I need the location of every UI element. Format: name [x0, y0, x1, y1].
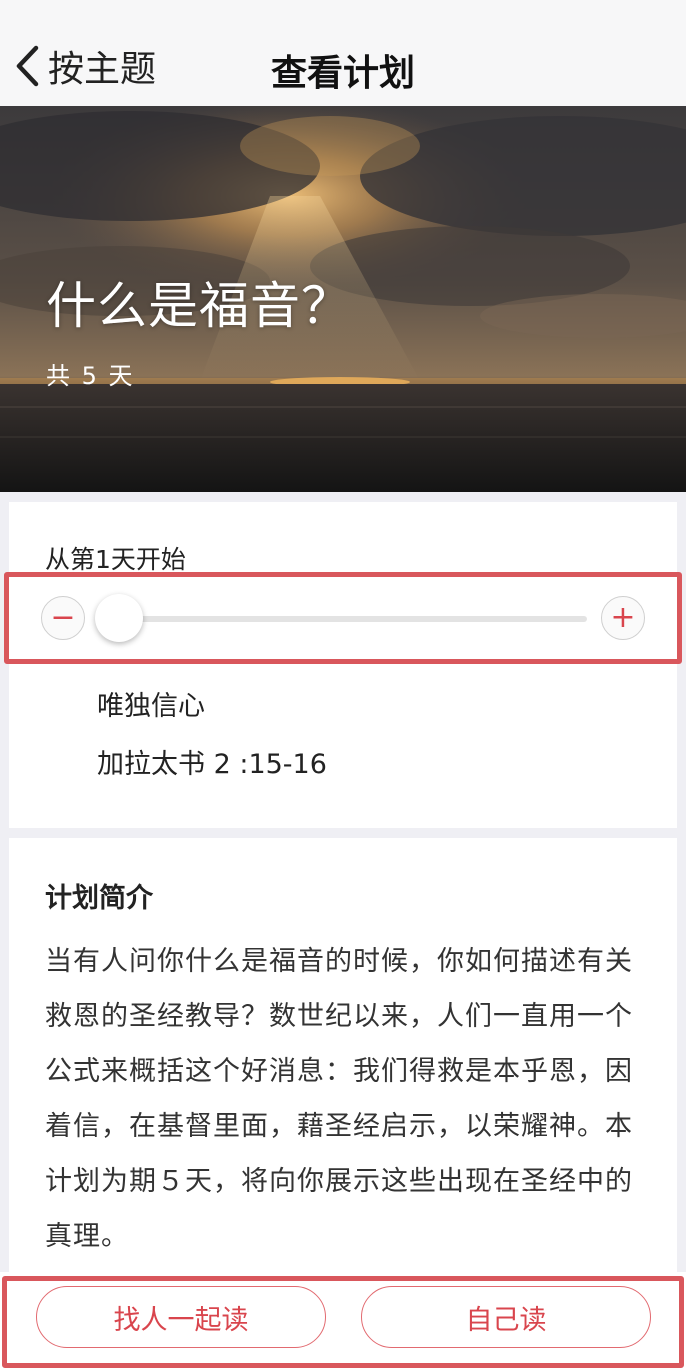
plan-cover-banner: 什么是福音？ 共 5 天: [0, 106, 686, 492]
day-reading-title: 唯独信心: [97, 691, 205, 722]
intro-body-text: 当有人问你什么是福音的时候，你如何描述有关救恩的圣经教导？数世纪以来，人们一直用…: [45, 946, 633, 1252]
minus-icon: −: [50, 600, 76, 635]
plan-duration: 共 5 天: [46, 362, 135, 390]
previous-day-button[interactable]: −: [41, 596, 85, 640]
day-picker-card: 从第1天开始 − + 唯独信心 加拉太书 2 :15-16: [4, 502, 682, 828]
intro-heading: 计划简介: [45, 883, 153, 914]
plus-icon: +: [610, 600, 636, 635]
day-slider-thumb[interactable]: [95, 594, 143, 642]
day-slider-track[interactable]: [117, 616, 587, 622]
read-solo-button[interactable]: 自己读: [361, 1286, 651, 1348]
read-with-friends-button[interactable]: 找人一起读: [36, 1286, 326, 1348]
plan-title: 什么是福音？: [46, 277, 352, 335]
plan-intro-card: 计划简介 当有人问你什么是福音的时候，你如何描述有关救恩的圣经教导？数世纪以来，…: [9, 838, 677, 1278]
next-day-button[interactable]: +: [601, 596, 645, 640]
page-title: 查看计划: [270, 53, 415, 94]
bottom-action-bar: 找人一起读 自己读: [0, 1272, 686, 1368]
navigation-bar: 按主题 查看计划: [0, 0, 686, 106]
day-reading-reference[interactable]: 加拉太书 2 :15-16: [97, 742, 327, 781]
start-day-label: 从第1天开始: [45, 545, 186, 574]
